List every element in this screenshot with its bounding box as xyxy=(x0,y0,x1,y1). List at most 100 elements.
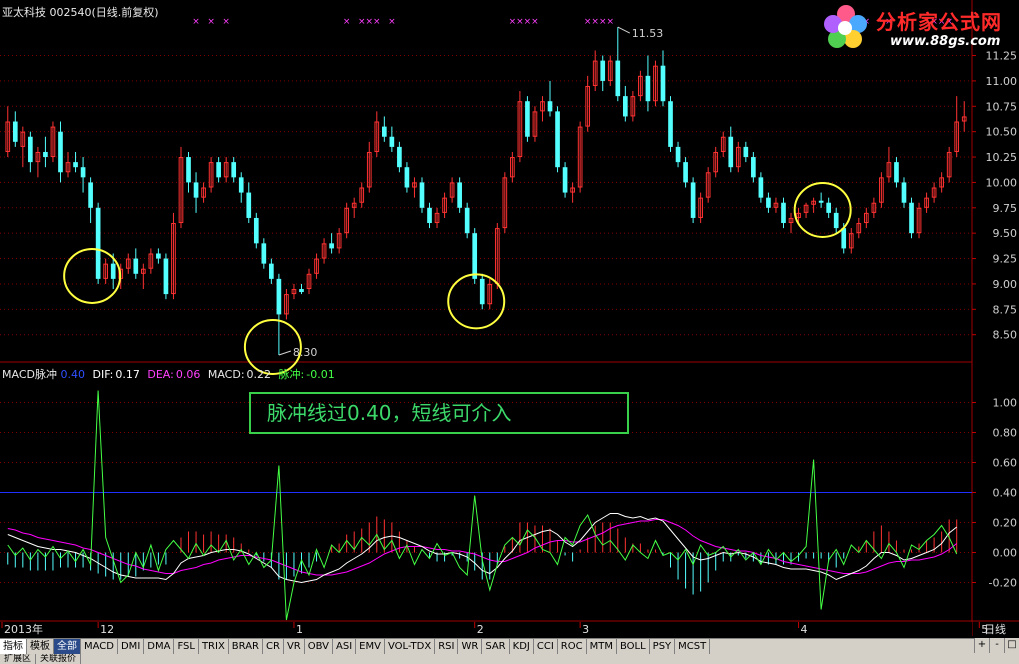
candle-body-down[interactable] xyxy=(261,243,267,264)
zoom-in-button[interactable]: + xyxy=(974,638,989,653)
tab-mtm[interactable]: MTM xyxy=(587,639,617,655)
signal-marker: × xyxy=(591,17,599,27)
chart-canvas[interactable]: 11.538.30××××××××××××××××××××× 8.508.759… xyxy=(0,0,1019,664)
candle-body-down[interactable] xyxy=(186,157,191,183)
candle-body-down[interactable] xyxy=(216,162,221,178)
tab-dmi[interactable]: DMI xyxy=(118,639,145,655)
candle-body-down[interactable] xyxy=(419,182,425,208)
signal-marker: × xyxy=(192,17,200,27)
tab-indicator[interactable]: 指标 xyxy=(0,639,27,655)
candle-body-down[interactable] xyxy=(404,167,410,188)
tab-roc[interactable]: ROC xyxy=(558,639,587,655)
candle-body-down[interactable] xyxy=(690,182,696,218)
indicator-param: 0.40 xyxy=(60,368,85,381)
candle-body-down[interactable] xyxy=(751,157,756,178)
candle-body-down[interactable] xyxy=(95,207,101,279)
tab-rsi[interactable]: RSI xyxy=(435,639,459,655)
candle-body-down[interactable] xyxy=(766,197,771,208)
tab-sar[interactable]: SAR xyxy=(482,639,510,655)
candle-body-down[interactable] xyxy=(276,278,282,315)
tab-obv[interactable]: OBV xyxy=(305,639,333,655)
tab-template[interactable]: 模板 xyxy=(27,639,54,655)
tab-wr[interactable]: WR xyxy=(458,639,483,655)
candle-body-down[interactable] xyxy=(253,217,259,244)
candle-body-down[interactable] xyxy=(562,167,568,193)
tab-boll[interactable]: BOLL xyxy=(617,639,650,655)
price-tick-label: 9.25 xyxy=(993,253,1018,266)
candle-body-down[interactable] xyxy=(894,162,899,183)
pulse-label: 脉冲: xyxy=(278,368,305,381)
candle-body-down[interactable] xyxy=(389,136,395,147)
candle-body-down[interactable] xyxy=(28,136,33,163)
candle-body-down[interactable] xyxy=(80,167,86,178)
tab-emv[interactable]: EMV xyxy=(356,639,385,655)
tab-kdj[interactable]: KDJ xyxy=(510,639,534,655)
candle-body-down[interactable] xyxy=(841,228,847,249)
candle-body-down[interactable] xyxy=(479,278,485,305)
window-toggle-button[interactable]: □ xyxy=(1004,638,1019,653)
indicator-header: MACD脉冲 0.40 DIF: 0.17 DEA: 0.06 MACD: 0.22 … xyxy=(2,366,335,382)
candle-body-down[interactable] xyxy=(163,258,169,295)
candle-body-down[interactable] xyxy=(683,162,688,183)
tab-trix[interactable]: TRIX xyxy=(199,639,229,655)
macd-tick-label: 0.00 xyxy=(993,547,1018,560)
candle-body-down[interactable] xyxy=(269,263,274,279)
candle-body-down[interactable] xyxy=(381,126,387,137)
candle-body-down[interactable] xyxy=(728,136,734,168)
candle-body-down[interactable] xyxy=(73,162,78,168)
candle-body-down[interactable] xyxy=(238,177,244,193)
tab-vr[interactable]: VR xyxy=(284,639,305,655)
candle-body-down[interactable] xyxy=(193,182,199,198)
zoom-out-button[interactable]: - xyxy=(989,638,1004,653)
candle-body-down[interactable] xyxy=(427,207,432,224)
candle-body-down[interactable] xyxy=(600,60,606,81)
candle-body-down[interactable] xyxy=(781,202,786,224)
candle-body-down[interactable] xyxy=(525,101,530,137)
candle-body-down[interactable] xyxy=(43,151,48,158)
tab-macd[interactable]: MACD xyxy=(81,639,118,655)
candle-body-down[interactable] xyxy=(660,65,666,102)
signal-marker: × xyxy=(531,17,539,27)
candle-body-down[interactable] xyxy=(133,258,139,274)
candle-body-down[interactable] xyxy=(246,192,252,218)
candle-body-down[interactable] xyxy=(547,101,553,112)
candle-body-down[interactable] xyxy=(622,96,628,117)
status-tab-related-quotes[interactable]: 关联报价 xyxy=(36,654,82,664)
tab-mcst[interactable]: MCST xyxy=(675,639,711,655)
tab-cr[interactable]: CR xyxy=(263,639,284,655)
candle-body-down[interactable] xyxy=(555,111,560,168)
candle-body-down[interactable] xyxy=(88,182,93,208)
tab-brar[interactable]: BRAR xyxy=(229,639,263,655)
candle-body-down[interactable] xyxy=(231,162,237,178)
tab-all[interactable]: 全部 xyxy=(54,639,81,655)
candle-body-down[interactable] xyxy=(675,146,681,163)
candle-body-down[interactable] xyxy=(472,233,478,279)
status-tab-extension[interactable]: 扩展区 xyxy=(0,654,37,664)
candle-body-down[interactable] xyxy=(329,243,334,249)
candle-body-down[interactable] xyxy=(818,200,824,203)
candle-body-down[interactable] xyxy=(743,146,749,158)
candle-body-down[interactable] xyxy=(464,207,470,234)
tab-psy[interactable]: PSY xyxy=(650,639,676,655)
candle-body-down[interactable] xyxy=(826,202,832,213)
candle-body-down[interactable] xyxy=(833,212,839,229)
candle-body-down[interactable] xyxy=(299,289,304,293)
candle-body-down[interactable] xyxy=(615,60,621,97)
candle-body-down[interactable] xyxy=(457,182,462,208)
tab-cci[interactable]: CCI xyxy=(534,639,558,655)
candle-body-down[interactable] xyxy=(156,253,161,259)
tab-dma[interactable]: DMA xyxy=(144,639,175,655)
candle-body-down[interactable] xyxy=(668,101,673,147)
tab-vol-tdx[interactable]: VOL-TDX xyxy=(385,639,436,655)
candle-body-down[interactable] xyxy=(110,263,116,279)
candle-body-down[interactable] xyxy=(12,121,18,142)
price-panel[interactable]: 11.538.30××××××××××××××××××××× xyxy=(5,17,967,375)
candle-body-down[interactable] xyxy=(901,182,907,203)
candle-body-down[interactable] xyxy=(758,177,764,198)
tab-asi[interactable]: ASI xyxy=(333,639,357,655)
candle-body-down[interactable] xyxy=(58,131,63,173)
candle-body-down[interactable] xyxy=(645,75,651,102)
candle-body-down[interactable] xyxy=(397,146,402,168)
tab-fsl[interactable]: FSL xyxy=(174,639,199,655)
candle-body-down[interactable] xyxy=(909,202,914,234)
